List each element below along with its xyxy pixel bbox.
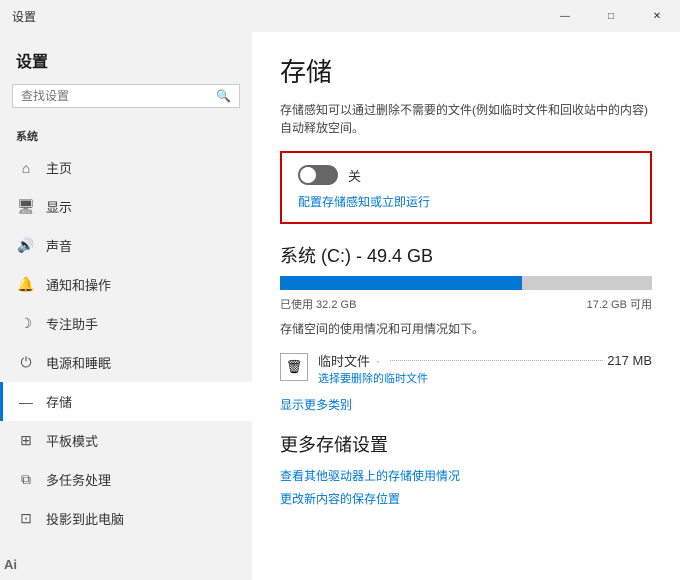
storage-desc: 存储空间的使用情况和可用情况如下。 — [280, 320, 652, 337]
sidebar-header: 设置 — [0, 40, 252, 84]
sound-icon: 🔊 — [16, 237, 36, 254]
temp-file-dotted-line — [390, 360, 603, 361]
sidebar-item-display[interactable]: 🖥 显示 — [0, 187, 252, 226]
temp-file-select-link[interactable]: 选择要删除的临时文件 — [318, 373, 428, 385]
sidebar-item-label-tablet: 平板模式 — [46, 431, 236, 450]
storage-sense-description: 存储感知可以通过删除不需要的文件(例如临时文件和回收站中的内容)自动释放空间。 — [280, 101, 652, 137]
tablet-icon: ⊞ — [16, 432, 36, 449]
user-initials: Ai — [4, 557, 17, 572]
drive-title: 系统 (C:) - 49.4 GB — [280, 242, 652, 268]
storage-free-label: 17.2 GB 可用 — [587, 296, 652, 312]
sidebar-item-label-display: 显示 — [46, 197, 236, 216]
sidebar-item-focus[interactable]: ☽ 专注助手 — [0, 304, 252, 343]
sidebar-item-power[interactable]: ⏻ 电源和睡眠 — [0, 343, 252, 382]
power-icon: ⏻ — [16, 354, 36, 371]
title-bar-controls: — □ ✕ — [542, 0, 680, 32]
sidebar-item-label-notifications: 通知和操作 — [46, 275, 236, 294]
settings-window: 设置 — □ ✕ 设置 🔍 系统 ⌂ 主页 🖥 显示 — [0, 0, 680, 580]
sidebar-item-label-power: 电源和睡眠 — [46, 353, 236, 372]
sidebar-item-home[interactable]: ⌂ 主页 — [0, 148, 252, 187]
sidebar: 设置 🔍 系统 ⌂ 主页 🖥 显示 🔊 声音 🔔 通知和操作 — [0, 32, 252, 580]
sidebar-item-sound[interactable]: 🔊 声音 — [0, 226, 252, 265]
page-title: 存储 — [280, 52, 652, 89]
close-button[interactable]: ✕ — [634, 0, 680, 32]
more-storage-title: 更多存储设置 — [280, 431, 652, 457]
search-box[interactable]: 🔍 — [12, 84, 240, 108]
storage-bar — [280, 276, 652, 290]
sidebar-item-project[interactable]: ⊡ 投影到此电脑 — [0, 499, 252, 538]
main-content: 存储 存储感知可以通过删除不需要的文件(例如临时文件和回收站中的内容)自动释放空… — [252, 32, 680, 580]
sidebar-item-label-storage: 存储 — [46, 392, 236, 411]
search-input[interactable] — [21, 89, 216, 103]
sidebar-item-label-project: 投影到此电脑 — [46, 509, 236, 528]
storage-icon: — — [16, 394, 36, 410]
home-icon: ⌂ — [16, 160, 36, 176]
sidebar-item-label-focus: 专注助手 — [46, 314, 236, 333]
sidebar-item-tablet[interactable]: ⊞ 平板模式 — [0, 421, 252, 460]
temp-file-size: 217 MB — [607, 353, 652, 368]
trash-icon: 🗑 — [280, 353, 308, 381]
sidebar-item-label-home: 主页 — [46, 158, 236, 177]
project-icon: ⊡ — [16, 510, 36, 527]
toggle-row: 关 — [298, 165, 634, 185]
multitask-icon: ⧉ — [16, 471, 36, 488]
show-more-categories-link[interactable]: 显示更多类别 — [280, 396, 652, 413]
storage-used-label: 已使用 32.2 GB — [280, 296, 356, 312]
storage-sense-toggle-box: 关 配置存储感知或立即运行 — [280, 151, 652, 224]
sidebar-item-multitask[interactable]: ⧉ 多任务处理 — [0, 460, 252, 499]
toggle-state-label: 关 — [348, 166, 361, 185]
storage-sense-toggle[interactable] — [298, 165, 338, 185]
change-save-location-link[interactable]: 更改新内容的保存位置 — [280, 490, 652, 507]
configure-storage-sense-link[interactable]: 配置存储感知或立即运行 — [298, 195, 430, 209]
minimize-button[interactable]: — — [542, 0, 588, 32]
sidebar-item-label-sound: 声音 — [46, 236, 236, 255]
title-bar-text: 设置 — [12, 8, 36, 25]
storage-bar-labels: 已使用 32.2 GB 17.2 GB 可用 — [280, 296, 652, 312]
trash-icon-char: 🗑 — [286, 359, 303, 375]
display-icon: 🖥 — [16, 198, 36, 215]
storage-bar-used — [280, 276, 522, 290]
focus-icon: ☽ — [16, 315, 36, 332]
sidebar-item-label-multitask: 多任务处理 — [46, 470, 236, 489]
maximize-button[interactable]: □ — [588, 0, 634, 32]
sidebar-section-label: 系统 — [0, 120, 252, 148]
temp-file-name: 临时文件 — [318, 351, 370, 370]
sidebar-item-storage[interactable]: — 存储 — [0, 382, 252, 421]
view-other-drives-link[interactable]: 查看其他驱动器上的存储使用情况 — [280, 467, 652, 484]
title-bar: 设置 — □ ✕ — [0, 0, 680, 32]
temp-file-info: 临时文件 · 217 MB 选择要删除的临时文件 — [318, 351, 652, 386]
temp-file-dots: · — [376, 354, 380, 368]
sidebar-item-notifications[interactable]: 🔔 通知和操作 — [0, 265, 252, 304]
temp-files-row: 🗑 临时文件 · 217 MB 选择要删除的临时文件 — [280, 351, 652, 386]
temp-file-name-row: 临时文件 · 217 MB — [318, 351, 652, 370]
toggle-knob — [300, 167, 316, 183]
content-area: 设置 🔍 系统 ⌂ 主页 🖥 显示 🔊 声音 🔔 通知和操作 — [0, 32, 680, 580]
search-icon: 🔍 — [216, 89, 231, 103]
notifications-icon: 🔔 — [16, 276, 36, 293]
